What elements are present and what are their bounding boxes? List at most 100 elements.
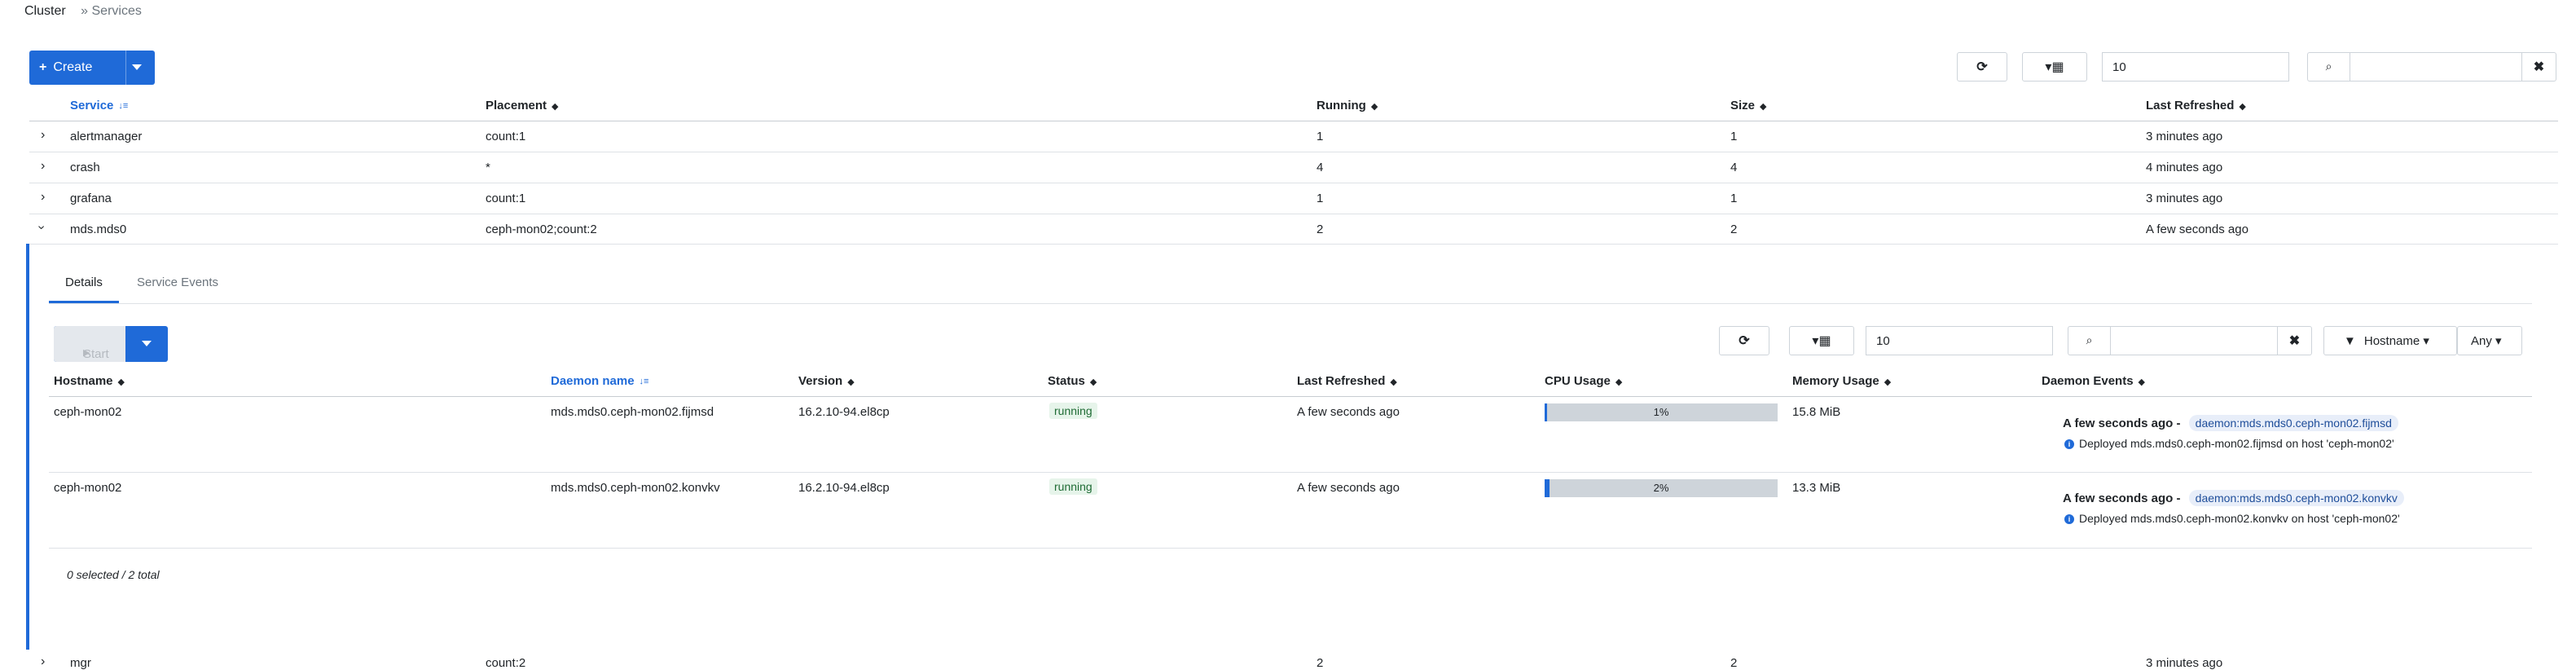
filter-icon: ▼ <box>2344 334 2356 348</box>
daemon-event: A few seconds ago - daemon:mds.mds0.ceph… <box>2063 415 2398 431</box>
sort-ascending-icon: ↓≡ <box>639 377 649 387</box>
create-dropdown-caret-icon[interactable] <box>132 64 142 70</box>
daemon-hostname: ceph-mon02 <box>54 481 122 495</box>
event-message: i Deployed mds.mds0.ceph-mon02.fijmsd on … <box>2064 437 2394 450</box>
details-page-size-input[interactable]: 10 <box>1866 326 2053 355</box>
breadcrumb-current: Services <box>91 4 142 18</box>
daemon-version: 16.2.10-94.el8cp <box>798 405 890 419</box>
event-time: A few seconds ago - <box>2063 417 2181 430</box>
sort-icon: ◆ <box>2138 377 2146 387</box>
table-cell-placement: count:2 <box>486 656 526 670</box>
daemon-memory: 15.8 MiB <box>1792 405 1841 419</box>
create-button-label: Create <box>53 60 93 74</box>
search-button[interactable]: ⌕ <box>2307 52 2350 82</box>
column-header-status[interactable]: Status ◆ <box>1048 374 1097 388</box>
column-header-service[interactable]: Service ↓≡ <box>70 99 128 112</box>
cpu-usage-label: 1% <box>1653 406 1669 418</box>
table-cell-refreshed: 3 minutes ago <box>2146 192 2223 205</box>
details-search-button[interactable]: ⌕ <box>2068 326 2110 355</box>
filter-key-dropdown[interactable]: ▼ Hostname ▾ <box>2323 326 2457 355</box>
sort-icon: ◆ <box>1089 377 1097 387</box>
expand-row-icon[interactable]: › <box>41 655 45 669</box>
search-icon: ⌕ <box>2325 60 2332 73</box>
column-header-version[interactable]: Version ◆ <box>798 374 855 388</box>
start-dropdown-caret-icon[interactable] <box>142 341 152 346</box>
column-header-last-refreshed[interactable]: Last Refreshed ◆ <box>2146 99 2246 112</box>
filter-value-dropdown[interactable]: Any ▾ <box>2457 326 2522 355</box>
breadcrumb: Cluster » Services <box>24 4 142 19</box>
daemon-hostname: ceph-mon02 <box>54 405 122 419</box>
collapse-row-icon[interactable]: › <box>34 225 49 229</box>
table-cell-size: 2 <box>1730 656 1738 670</box>
column-header-hostname[interactable]: Hostname ◆ <box>54 374 125 388</box>
clear-search-button[interactable]: ✖ <box>2522 52 2556 82</box>
table-cell-placement: count:1 <box>486 130 526 143</box>
column-header-daemon-events[interactable]: Daemon Events ◆ <box>2042 374 2145 388</box>
table-cell-refreshed: 3 minutes ago <box>2146 656 2223 670</box>
expand-row-icon[interactable]: › <box>41 128 45 143</box>
daemon-version: 16.2.10-94.el8cp <box>798 481 890 495</box>
expand-row-icon[interactable]: › <box>41 159 45 174</box>
start-button-group[interactable]: ▶ Start <box>54 326 168 362</box>
tab-details[interactable]: Details <box>65 275 103 289</box>
table-cell-refreshed: 3 minutes ago <box>2146 130 2223 143</box>
table-cell-running: 2 <box>1317 656 1324 670</box>
columns-icon: ▾▦ <box>1812 334 1831 348</box>
table-cell-refreshed: A few seconds ago <box>2146 223 2249 236</box>
refresh-icon: ⟳ <box>1739 334 1750 348</box>
refresh-button[interactable]: ⟳ <box>1957 52 2007 82</box>
refresh-icon: ⟳ <box>1976 60 1988 74</box>
info-icon: i <box>2064 514 2074 525</box>
tab-service-events[interactable]: Service Events <box>137 275 218 289</box>
search-input[interactable] <box>2350 52 2522 82</box>
start-button-label: Start <box>83 347 109 361</box>
table-cell-size: 2 <box>1730 223 1738 236</box>
column-header-cpu-usage[interactable]: CPU Usage ◆ <box>1545 374 1622 388</box>
breadcrumb-root[interactable]: Cluster <box>24 4 66 18</box>
table-cell-service: grafana <box>70 192 112 205</box>
selection-summary: 0 selected / 2 total <box>67 568 160 581</box>
table-cell-service: mds.mds0 <box>70 223 127 236</box>
event-tag: daemon:mds.mds0.ceph-mon02.fijmsd <box>2188 415 2398 431</box>
column-header-daemon-last-refreshed[interactable]: Last Refreshed ◆ <box>1297 374 1397 388</box>
column-header-memory-usage[interactable]: Memory Usage ◆ <box>1792 374 1891 388</box>
details-search-input[interactable] <box>2110 326 2278 355</box>
table-cell-placement: ceph-mon02;count:2 <box>486 223 597 236</box>
daemon-name: mds.mds0.ceph-mon02.fijmsd <box>551 405 714 419</box>
plus-icon: + <box>39 60 47 74</box>
create-button[interactable]: + Create <box>29 51 155 85</box>
expand-row-icon[interactable]: › <box>41 190 45 205</box>
details-clear-search-button[interactable]: ✖ <box>2278 326 2312 355</box>
column-header-placement[interactable]: Placement ◆ <box>486 99 559 112</box>
filter-value-label: Any <box>2471 334 2492 348</box>
sort-icon: ◆ <box>117 377 125 387</box>
event-tag: daemon:mds.mds0.ceph-mon02.konvkv <box>2188 490 2404 506</box>
event-time: A few seconds ago - <box>2063 491 2181 505</box>
info-icon: i <box>2064 439 2074 450</box>
close-icon: ✖ <box>2288 334 2301 348</box>
details-columns-button[interactable]: ▾▦ <box>1789 326 1854 355</box>
table-cell-size: 4 <box>1730 161 1738 174</box>
table-cell-service: mgr <box>70 656 91 670</box>
details-refresh-button[interactable]: ⟳ <box>1719 326 1769 355</box>
table-cell-running: 2 <box>1317 223 1324 236</box>
column-header-running[interactable]: Running ◆ <box>1317 99 1378 112</box>
start-button[interactable]: ▶ Start <box>54 326 125 362</box>
table-cell-running: 1 <box>1317 130 1324 143</box>
column-header-daemon-name[interactable]: Daemon name ↓≡ <box>551 374 648 388</box>
column-header-size[interactable]: Size ◆ <box>1730 99 1766 112</box>
breadcrumb-separator: » <box>81 4 89 18</box>
table-cell-size: 1 <box>1730 192 1738 205</box>
columns-icon: ▾▦ <box>2045 60 2064 74</box>
status-badge: running <box>1049 478 1097 495</box>
columns-button[interactable]: ▾▦ <box>2022 52 2087 82</box>
sort-icon: ◆ <box>1760 101 1767 112</box>
sort-icon: ◆ <box>847 377 855 387</box>
table-cell-size: 1 <box>1730 130 1738 143</box>
daemon-last-refreshed: A few seconds ago <box>1297 405 1400 419</box>
page-size-input[interactable]: 10 <box>2102 52 2289 82</box>
cpu-usage-bar: 2% <box>1545 479 1778 497</box>
sort-ascending-icon: ↓≡ <box>118 101 129 112</box>
daemon-last-refreshed: A few seconds ago <box>1297 481 1400 495</box>
table-cell-service: crash <box>70 161 100 174</box>
